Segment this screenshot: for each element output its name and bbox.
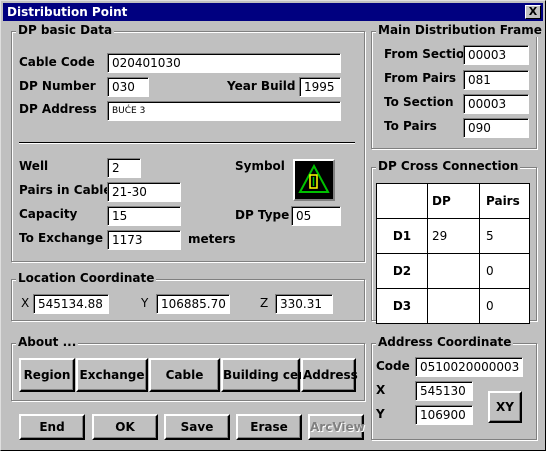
to-section-field[interactable]: 00003 — [463, 94, 529, 114]
symbol-label: Symbol — [235, 159, 285, 173]
exchange-button[interactable]: Exchange — [76, 358, 148, 392]
to-section-label: To Section — [384, 95, 454, 109]
address-coordinate-label: Address Coordinate — [376, 335, 514, 349]
table-row: D1 29 5 — [376, 218, 530, 254]
to-exchange-label: To Exchange — [19, 231, 103, 245]
xy-button[interactable]: XY — [488, 391, 522, 423]
address-y-field[interactable]: 106900 — [415, 405, 473, 425]
dp-number-field[interactable]: 030 — [107, 77, 149, 97]
cable-button[interactable]: Cable — [149, 358, 220, 392]
location-y-label: Y — [141, 296, 149, 310]
cable-code-field[interactable]: 020401030 — [107, 53, 341, 73]
address-button[interactable]: Address — [301, 358, 358, 392]
location-x-field[interactable]: 545134.88 — [33, 294, 109, 314]
table-row: D3 0 — [376, 288, 530, 324]
row-label-cell: D3 — [376, 288, 428, 324]
close-button[interactable]: X — [525, 5, 541, 19]
ok-button[interactable]: OK — [92, 414, 158, 440]
section-divider — [19, 142, 355, 144]
from-pairs-label: From Pairs — [384, 71, 457, 85]
location-z-field[interactable]: 330.31 — [275, 294, 333, 314]
cross-connection-table: DP Pairs D1 29 5 D2 0 D3 0 — [376, 183, 530, 324]
year-build-label: Year Build — [227, 79, 296, 93]
well-field[interactable]: 2 — [107, 158, 141, 178]
title-bar[interactable]: Distribution Point X — [3, 3, 543, 21]
arcview-button[interactable]: ArcView — [308, 414, 365, 440]
pairs-cell[interactable]: 0 — [479, 253, 530, 289]
dp-type-field[interactable]: 05 — [291, 206, 341, 226]
header-cell — [376, 183, 428, 219]
year-build-field[interactable]: 1995 — [299, 77, 341, 97]
row-label-cell: D1 — [376, 218, 428, 254]
from-section-field[interactable]: 00003 — [463, 45, 529, 65]
region-button[interactable]: Region — [19, 358, 75, 392]
dp-cell[interactable]: 29 — [427, 218, 480, 254]
pairs-in-cable-field[interactable]: 21-30 — [107, 182, 181, 202]
header-cell: DP — [427, 183, 480, 219]
well-label: Well — [19, 159, 49, 173]
from-pairs-field[interactable]: 081 — [463, 70, 529, 90]
capacity-label: Capacity — [19, 207, 78, 221]
table-row: D2 0 — [376, 253, 530, 289]
table-header-row: DP Pairs — [376, 183, 530, 219]
warning-triangle-icon — [298, 163, 330, 193]
dp-cross-connection-label: DP Cross Connection — [376, 159, 521, 173]
location-z-label: Z — [260, 296, 269, 310]
to-exchange-unit: meters — [188, 232, 236, 246]
dp-cell[interactable] — [427, 253, 480, 289]
end-button[interactable]: End — [19, 414, 85, 440]
header-cell: Pairs — [479, 183, 530, 219]
to-pairs-field[interactable]: 090 — [463, 118, 529, 138]
save-button[interactable]: Save — [164, 414, 230, 440]
address-y-label: Y — [376, 407, 385, 421]
symbol-button[interactable] — [293, 159, 335, 201]
capacity-field[interactable]: 15 — [107, 206, 181, 226]
address-x-field[interactable]: 545130 — [415, 381, 473, 401]
dp-cell[interactable] — [427, 288, 480, 324]
row-label-cell: D2 — [376, 253, 428, 289]
pairs-cell[interactable]: 5 — [479, 218, 530, 254]
dp-basic-data-label: DP basic Data — [16, 23, 115, 37]
about-label: About ... — [16, 335, 79, 349]
dp-number-label: DP Number — [19, 79, 96, 93]
pairs-cell[interactable]: 0 — [479, 288, 530, 324]
address-code-field[interactable]: 0510020000003 — [415, 357, 523, 377]
from-section-label: From Section — [384, 47, 473, 61]
address-x-label: X — [376, 383, 386, 397]
building-center-button[interactable]: Building cen. — [221, 358, 311, 392]
cable-code-label: Cable Code — [19, 55, 95, 69]
dp-address-field[interactable]: BUĆE 3 — [107, 101, 341, 121]
location-coordinate-label: Location Coordinate — [16, 271, 157, 285]
to-exchange-field[interactable]: 1173 — [107, 230, 181, 250]
to-pairs-label: To Pairs — [384, 119, 437, 133]
location-x-label: X — [21, 296, 30, 310]
erase-button[interactable]: Erase — [236, 414, 302, 440]
pairs-in-cable-label: Pairs in Cable — [19, 183, 112, 197]
location-y-field[interactable]: 106885.70 — [156, 294, 230, 314]
window-title: Distribution Point — [7, 5, 128, 19]
main-distribution-frame-label: Main Distribution Frame — [376, 23, 544, 37]
dp-type-label: DP Type — [235, 208, 290, 222]
distribution-point-window: Distribution Point X DP basic Data Cable… — [0, 0, 546, 451]
dp-address-label: DP Address — [19, 102, 97, 116]
address-code-label: Code — [376, 359, 410, 373]
